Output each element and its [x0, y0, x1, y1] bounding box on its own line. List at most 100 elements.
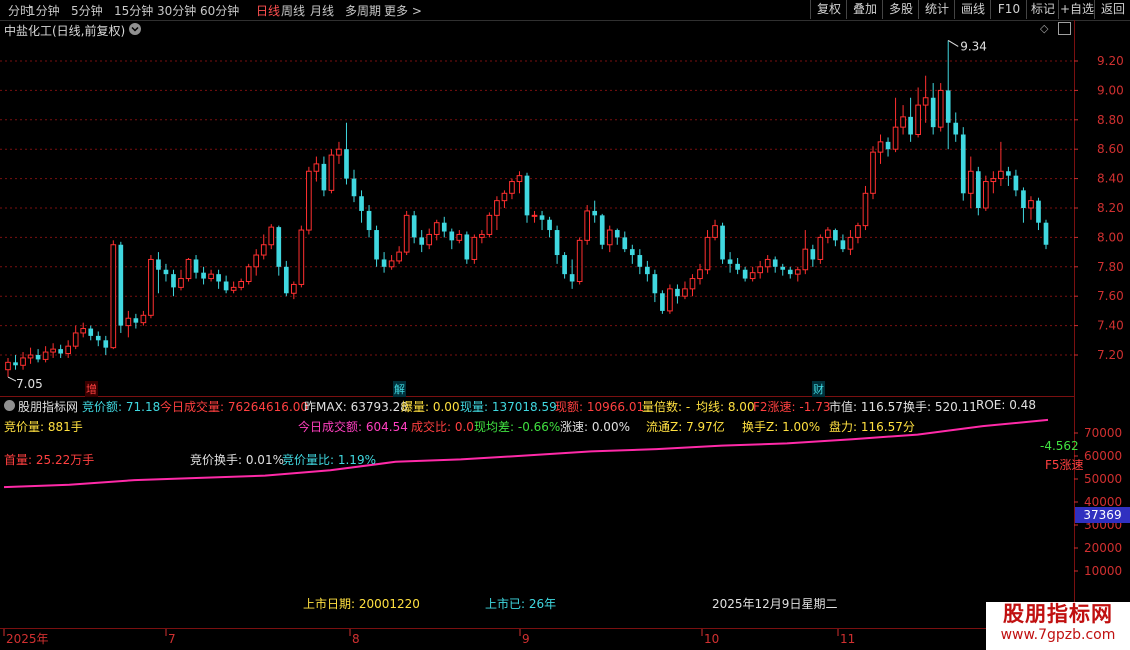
candle-body — [652, 274, 658, 294]
candle-body — [359, 196, 364, 211]
candle-body — [223, 281, 229, 291]
candle-body — [689, 278, 696, 290]
candle-body — [742, 269, 748, 279]
candle-body — [388, 260, 395, 268]
bid-turnover: 竞价换手: 0.01% — [190, 453, 284, 467]
candle-body — [433, 222, 440, 235]
candle-body — [1006, 171, 1011, 176]
indicator-item-label: 现量: — [460, 400, 489, 414]
indicator-item-0: 竞价额: 71.18 — [82, 398, 160, 415]
high-price-pointer — [947, 39, 959, 47]
candle-body — [321, 163, 327, 191]
candle-body — [606, 229, 613, 246]
indicator-item-label: 爆量: — [401, 400, 430, 414]
candle-body — [208, 273, 214, 280]
watermark-url: www.7gpzb.com — [1000, 627, 1116, 643]
candle-body — [885, 141, 891, 150]
candle-body — [982, 181, 989, 209]
candle-body — [381, 259, 387, 267]
date-tick-label: 11 — [840, 632, 855, 646]
indicator-item-value: -1.73 — [795, 400, 831, 414]
candle-body — [908, 116, 913, 135]
indicator-item-value: 0.48 — [1005, 398, 1036, 412]
indicator-tick-label: 70000 — [1084, 426, 1122, 440]
candle-body — [847, 236, 854, 250]
candle-body — [998, 170, 1004, 180]
candle-body — [306, 170, 312, 231]
candle-body — [13, 362, 18, 366]
indicator-item-label: 量倍数: — [642, 400, 683, 414]
high-price-label: 9.34 — [960, 39, 987, 53]
indicator-item-label: 市值: — [829, 400, 858, 414]
today-amount: 今日成交额: 604.54 — [298, 420, 408, 434]
capacity: 盘力: 116.57分 — [829, 420, 915, 434]
candle-body — [547, 219, 552, 231]
event-mark-zeng[interactable]: 增 — [85, 381, 98, 397]
candle-body — [35, 355, 41, 360]
indicator-settings-icon[interactable] — [4, 400, 15, 411]
price-tick-label: 7.80 — [1097, 260, 1124, 274]
indicator-tick-label: 50000 — [1084, 472, 1122, 486]
candle-body — [426, 233, 433, 246]
candle-body — [569, 274, 575, 282]
candle-body — [42, 351, 49, 360]
candle-body — [80, 328, 87, 334]
event-mark-cai[interactable]: 财 — [812, 381, 825, 397]
candle-body — [990, 178, 997, 183]
candle-body — [313, 163, 320, 172]
candle-body — [238, 281, 245, 288]
watermark-title: 股朋指标网 — [1003, 602, 1113, 626]
candle-body — [118, 244, 124, 326]
candle-body — [810, 249, 816, 260]
candle-body — [945, 90, 951, 123]
kline-chart[interactable]: 9.20 9.00 8.80 8.60 8.40 8.20 8.00 7.80 7.60 7.40… — [0, 0, 1130, 650]
candle-body — [960, 134, 966, 194]
candle-body — [584, 210, 591, 241]
candle-body — [524, 175, 530, 216]
indicator-item-value: - — [682, 400, 691, 414]
candle-body — [178, 278, 184, 288]
event-mark-jie[interactable]: 解 — [393, 381, 406, 397]
candle-body — [840, 240, 846, 250]
candle-body — [411, 215, 417, 238]
site-watermark: 股朋指标网 www.7gpzb.com — [986, 602, 1130, 650]
bid-ratio: 竞价量比: 1.19% — [282, 453, 376, 467]
date-tick-label: 10 — [704, 632, 719, 646]
candle-body — [682, 288, 688, 297]
candle-body — [509, 181, 515, 194]
indicator-item-2: 昨MAX: 63793.28 — [304, 398, 408, 415]
date-tick-label: 9 — [522, 632, 530, 646]
candle-body — [516, 175, 523, 183]
candle-body — [456, 233, 463, 241]
candle-body — [148, 258, 154, 316]
rise-speed: 涨速: 0.00% — [560, 420, 630, 434]
candle-body — [50, 348, 56, 353]
candle-body — [253, 254, 260, 268]
candle-body — [704, 236, 711, 271]
candle-body — [802, 248, 809, 271]
candle-body — [794, 269, 801, 275]
candle-body — [1013, 175, 1019, 191]
indicator-tick-label: 60000 — [1084, 449, 1122, 463]
candle-body — [268, 226, 275, 246]
candle-body — [163, 269, 169, 275]
indicator-item-value: 520.11 — [931, 400, 977, 414]
indicator-item-8: F2涨速: -1.73 — [753, 398, 830, 415]
indicator-title[interactable]: 股朋指标网 — [18, 398, 78, 415]
candle-body — [103, 340, 109, 348]
candle-body — [479, 233, 485, 238]
indicator-item-9: 市值: 116.57 — [829, 398, 903, 415]
candle-body — [825, 229, 831, 238]
candle-body — [967, 170, 974, 194]
candle-body — [351, 178, 357, 197]
candle-body — [833, 230, 838, 241]
bid-volume: 竞价量: 881手 — [4, 420, 83, 434]
candle-body — [900, 116, 906, 128]
candle-body — [817, 236, 824, 260]
candle-body — [58, 349, 63, 354]
indicator-item-value: 8.00 — [724, 400, 755, 414]
indicator-item-value: 63793.28 — [346, 400, 408, 414]
indicator-item-11: ROE: 0.48 — [976, 398, 1036, 412]
candle-body — [1036, 200, 1041, 223]
candle-body — [531, 214, 538, 217]
